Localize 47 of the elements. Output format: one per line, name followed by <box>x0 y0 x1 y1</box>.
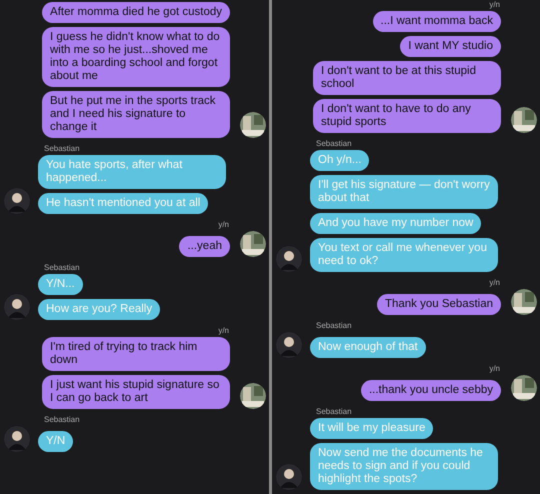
message-bubble: Y/N... <box>38 274 83 295</box>
avatar <box>240 112 266 138</box>
avatar <box>4 188 30 214</box>
sender-name: Sebastian <box>44 263 80 272</box>
message-bubble: But he put me in the sports track and I need his signature to change it <box>42 91 230 138</box>
message-bubble: You text or call me whenever you need to ok? <box>310 238 498 272</box>
avatar <box>276 464 302 490</box>
message-bubble: ...thank you uncle sebby <box>360 380 501 401</box>
message-bubble: Now enough of that <box>310 337 426 358</box>
avatar <box>4 426 30 452</box>
message-bubble: Oh y/n... <box>310 150 370 171</box>
avatar <box>240 231 266 257</box>
avatar <box>4 294 30 320</box>
sender-name: Sebastian <box>316 407 352 416</box>
message-bubble: Y/N <box>38 431 74 452</box>
message-bubble: I'll get his signature — don't worry about that <box>310 175 498 209</box>
message-bubble: He hasn't mentioned you at all <box>38 193 208 214</box>
avatar <box>511 107 537 133</box>
sender-name: y/n <box>218 220 229 229</box>
message-bubble: I want MY studio <box>400 36 501 57</box>
message-bubble: After momma died he got custody <box>42 2 230 23</box>
sender-name: y/n <box>218 326 229 335</box>
message-bubble: How are you? Really <box>38 299 160 320</box>
message-bubble: I don't want to be at this stupid school <box>313 61 501 95</box>
message-bubble: ...I want momma back <box>372 11 501 32</box>
avatar <box>240 383 266 409</box>
message-bubble: ...yeah <box>179 236 230 257</box>
avatar <box>276 246 302 272</box>
sender-name: Sebastian <box>316 321 352 330</box>
avatar <box>511 375 537 401</box>
message-bubble: And you have my number now <box>310 213 482 234</box>
message-bubble: Thank you Sebastian <box>376 294 501 315</box>
avatar <box>276 332 302 358</box>
message-bubble: You hate sports, after what happened... <box>38 155 226 189</box>
sender-name: y/n <box>489 278 500 287</box>
sender-name: y/n <box>489 0 500 9</box>
sender-name: Sebastian <box>44 144 80 153</box>
avatar <box>511 289 537 315</box>
message-bubble: Now send me the documents he needs to sign and if you could highlight the spots? <box>310 443 498 490</box>
message-bubble: I guess he didn't know what to do with me so he just...shoved me into a boarding school and forgot about me <box>42 27 230 87</box>
message-bubble: I'm tired of trying to track him down <box>42 337 230 371</box>
sender-name: y/n <box>489 364 500 373</box>
sender-name: Sebastian <box>44 415 80 424</box>
message-bubble: I just want his stupid signature so I can go back to art <box>42 375 230 409</box>
sender-name: Sebastian <box>316 139 352 148</box>
message-bubble: It will be my pleasure <box>310 418 434 439</box>
message-bubble: I don't want to have to do any stupid sports <box>313 99 501 133</box>
